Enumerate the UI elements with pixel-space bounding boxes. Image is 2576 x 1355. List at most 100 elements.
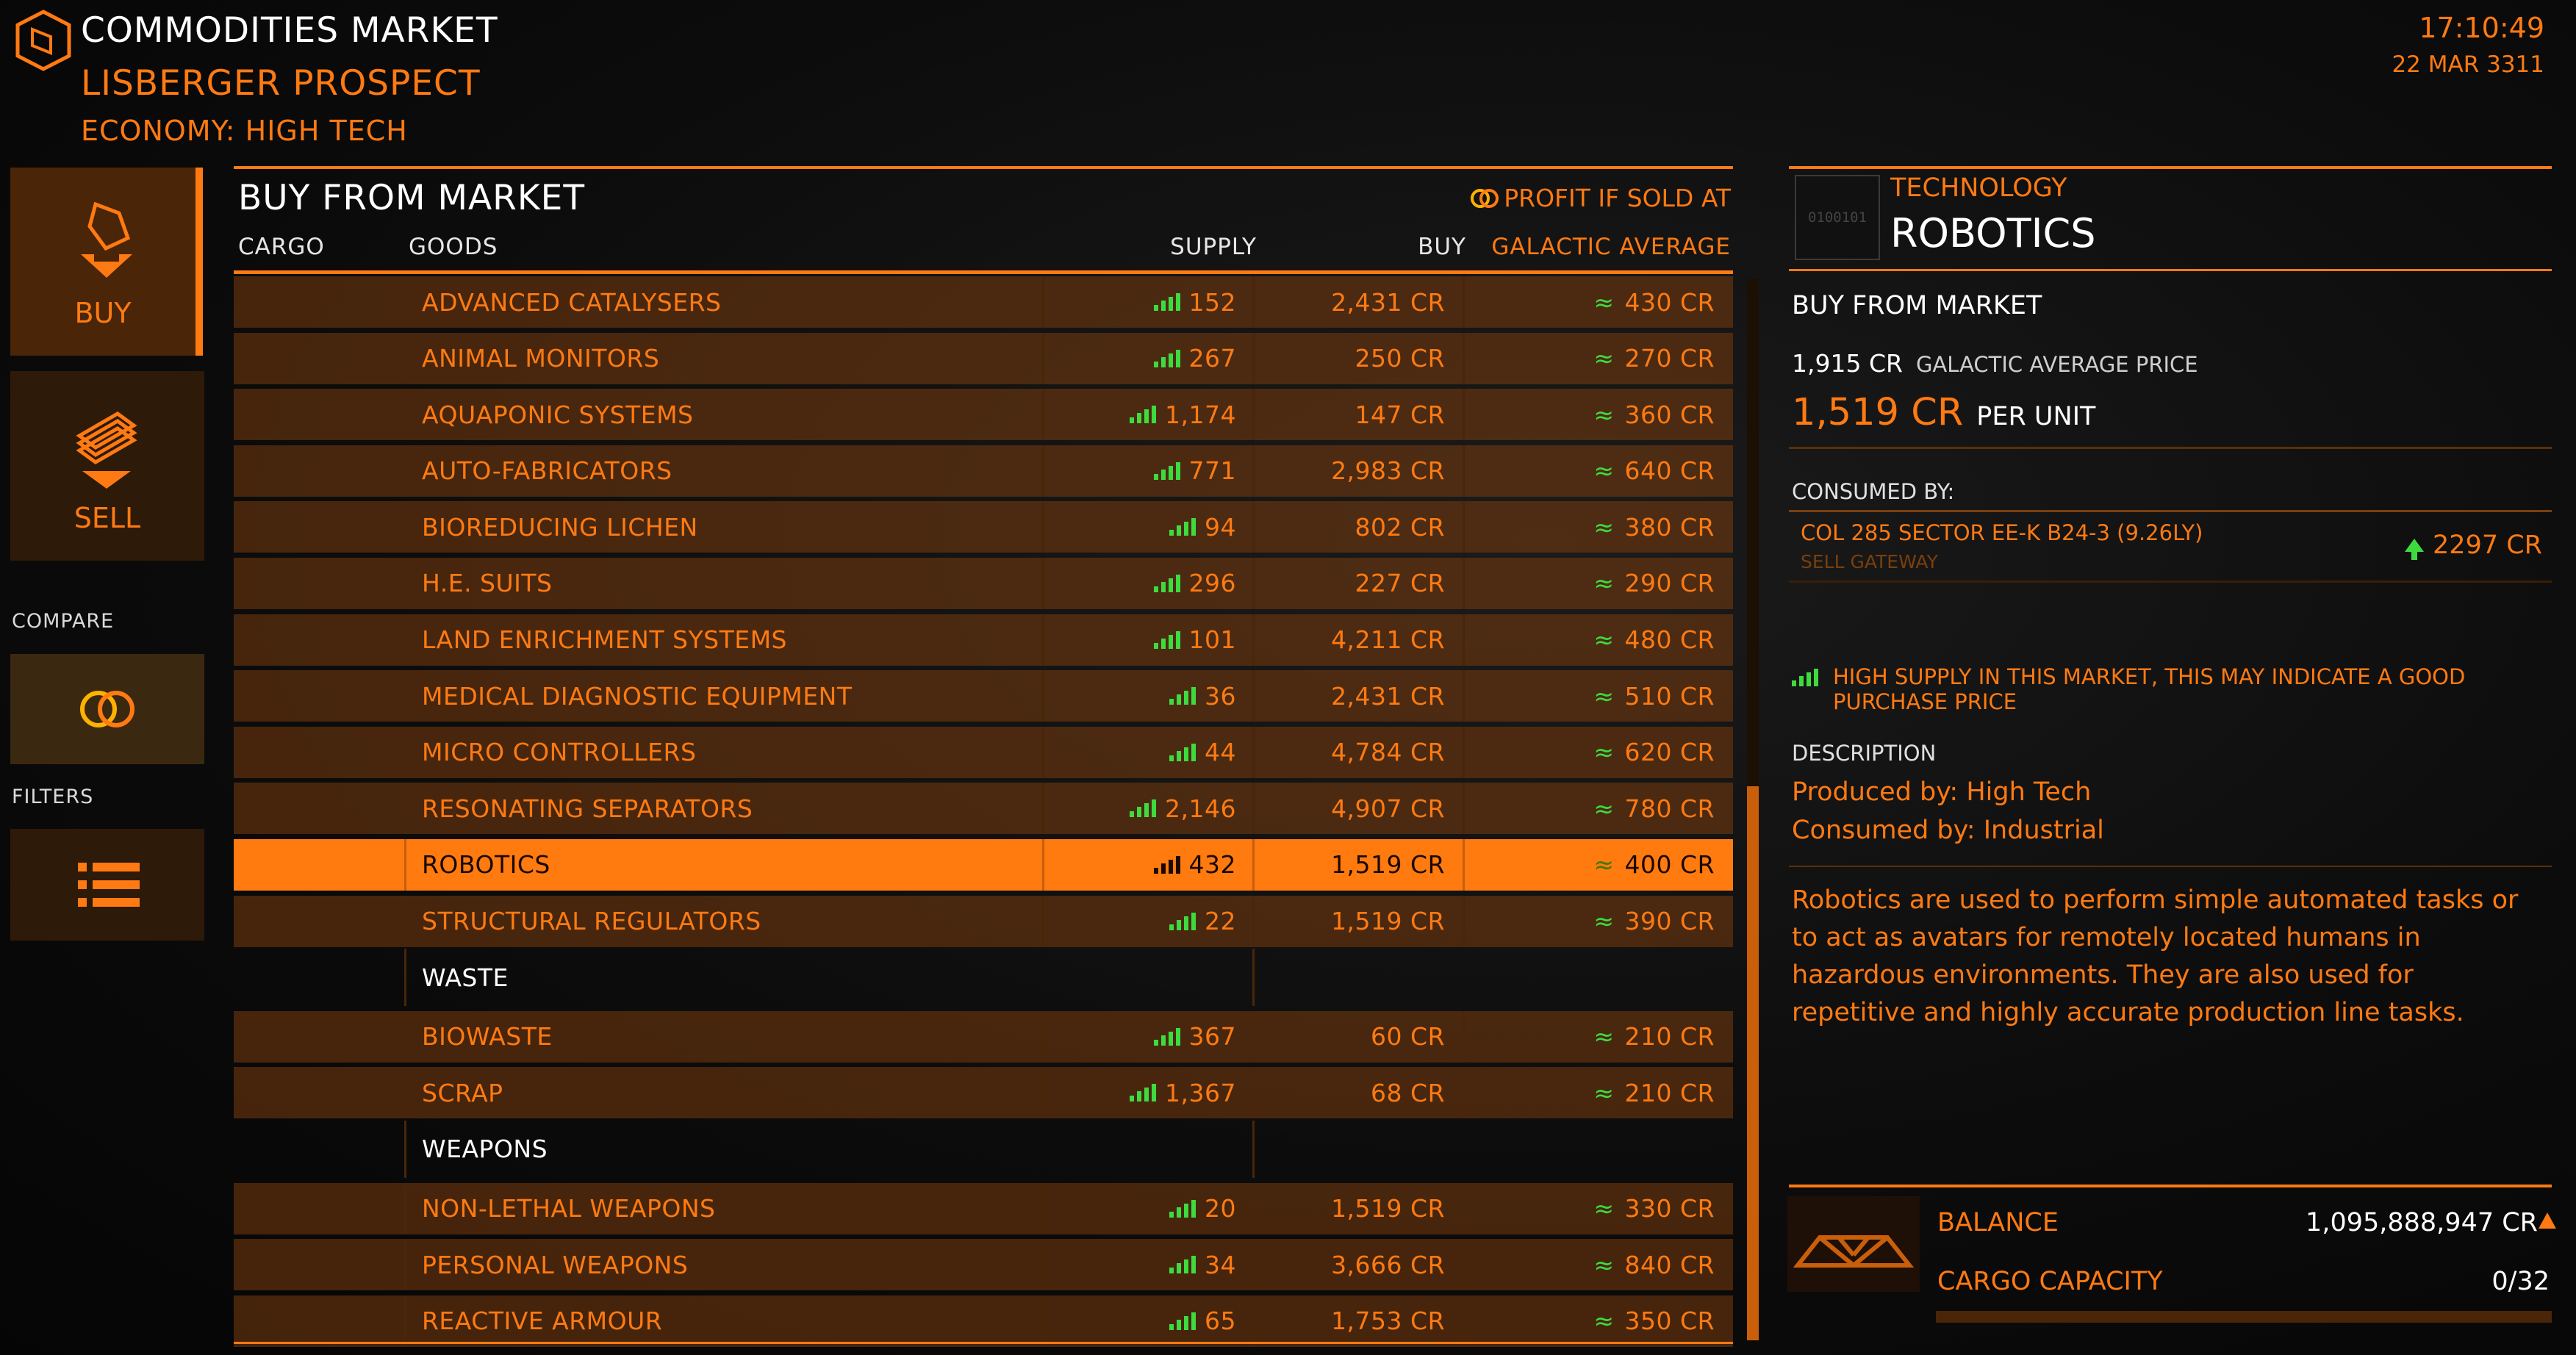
station-name: LISBERGER PROSPECT (81, 63, 481, 104)
unit-price: 1,519 CR PER UNIT (1792, 391, 2095, 434)
footer-rule (1789, 1185, 2552, 1187)
column-divider (404, 670, 406, 722)
market-row[interactable]: PERSONAL WEAPONS 34 3,666 CR ≈840 CR (234, 1239, 1733, 1291)
detail-rule (1789, 510, 2552, 512)
supply-value: 267 (1188, 344, 1236, 373)
buy-price: 4,211 CR (1331, 625, 1445, 655)
consumer-price-value: 2297 CR (2433, 531, 2542, 560)
market-row[interactable]: LAND ENRICHMENT SYSTEMS 101 4,211 CR ≈480 C… (234, 614, 1733, 666)
market-row[interactable]: REACTIVE ARMOUR 65 1,753 CR ≈350 CR (234, 1295, 1733, 1347)
goods-name: AUTO-FABRICATORS (422, 456, 672, 486)
market-row[interactable]: ANIMAL MONITORS 267 250 CR ≈270 CR (234, 332, 1733, 384)
column-header-goods[interactable]: GOODS (409, 234, 498, 260)
market-row[interactable]: MEDICAL DIAGNOSTIC EQUIPMENT 36 2,431 CR ≈5… (234, 670, 1733, 722)
column-divider (1252, 1182, 1255, 1234)
column-divider (1463, 557, 1465, 609)
column-divider (404, 501, 406, 553)
column-divider (1463, 783, 1465, 835)
column-header-buy[interactable]: BUY (1418, 234, 1466, 260)
market-row[interactable]: NON-LETHAL WEAPONS 20 1,519 CR ≈330 CR (234, 1182, 1733, 1234)
profit-label: PROFIT IF SOLD AT (1504, 184, 1731, 212)
category-header-row: WASTE (234, 949, 1733, 1007)
market-row[interactable]: MICRO CONTROLLERS 44 4,784 CR ≈620 CR (234, 726, 1733, 778)
supply-hint-text: HIGH SUPPLY IN THIS MARKET, THIS MAY IND… (1833, 664, 2466, 714)
column-divider (1463, 1067, 1465, 1119)
column-divider (1042, 276, 1044, 328)
column-divider (404, 614, 406, 666)
market-row[interactable]: BIOWASTE 367 60 CR ≈210 CR (234, 1010, 1733, 1063)
column-divider (404, 332, 406, 384)
market-row[interactable]: STRUCTURAL REGULATORS 22 1,519 CR ≈390 CR (234, 895, 1733, 947)
supply-value: 22 (1205, 907, 1236, 936)
market-row-selected[interactable]: ROBOTICS 432 1,519 CR ≈400 CR (234, 838, 1733, 891)
buy-price: 147 CR (1355, 400, 1445, 429)
goods-name: REACTIVE ARMOUR (422, 1307, 663, 1336)
goods-name: NON-LETHAL WEAPONS (422, 1194, 716, 1223)
market-row[interactable]: ADVANCED CATALYSERS 152 2,431 CR ≈430 CR (234, 276, 1733, 328)
balance-value: 1,095,888,947 CR (2306, 1208, 2538, 1237)
galactic-average-value: 620 CR (1624, 738, 1715, 767)
approx-icon: ≈ (1593, 287, 1615, 317)
buy-price: 60 CR (1371, 1022, 1445, 1052)
buy-price: 4,784 CR (1331, 738, 1445, 767)
page-title: COMMODITIES MARKET (81, 10, 498, 51)
price-up-arrow-icon (2405, 539, 2425, 560)
buy-tab-button[interactable]: BUY (10, 168, 203, 356)
column-divider (1042, 1182, 1044, 1234)
market-row[interactable]: AQUAPONIC SYSTEMS 1,174 147 CR ≈360 CR (234, 389, 1733, 441)
consumer-price: 2297 CR (2405, 531, 2542, 560)
compare-rings-icon (80, 691, 134, 727)
compare-button[interactable] (10, 654, 204, 764)
galactic-average-value: 270 CR (1624, 344, 1715, 373)
supply-level-icon (1153, 461, 1180, 480)
detail-rule (1789, 581, 2552, 583)
column-divider (404, 949, 406, 1007)
supply-cell: 771 (1153, 445, 1237, 497)
column-header-galactic-average[interactable]: GALACTIC AVERAGE (1491, 234, 1731, 260)
column-divider (1463, 501, 1465, 553)
commodity-description: Robotics are used to perform simple auto… (1792, 885, 2519, 1027)
market-row[interactable]: AUTO-FABRICATORS 771 2,983 CR ≈640 CR (234, 445, 1733, 497)
market-row[interactable]: SCRAP 1,367 68 CR ≈210 CR (234, 1067, 1733, 1119)
column-header-supply[interactable]: SUPPLY (1170, 234, 1257, 260)
column-divider (1463, 276, 1465, 328)
commodity-name: ROBOTICS (1890, 210, 2096, 256)
supply-level-icon (1153, 630, 1180, 649)
detail-rule (1789, 866, 2552, 867)
galactic-average-value: 350 CR (1624, 1307, 1715, 1336)
filters-button[interactable] (10, 829, 204, 941)
column-divider (404, 726, 406, 778)
galactic-average-cell: ≈350 CR (1593, 1295, 1715, 1347)
galactic-average-cell: ≈510 CR (1593, 670, 1715, 722)
column-divider (1042, 726, 1044, 778)
market-row[interactable]: BIOREDUCING LICHEN 94 802 CR ≈380 CR (234, 501, 1733, 553)
column-divider (1042, 1239, 1044, 1291)
profit-toggle[interactable]: PROFIT IF SOLD AT (1470, 184, 1731, 212)
column-divider (1463, 895, 1465, 947)
galactic-average-value: 360 CR (1624, 400, 1715, 429)
market-row[interactable]: H.E. SUITS 296 227 CR ≈290 CR (234, 557, 1733, 609)
column-divider (1252, 1067, 1255, 1119)
galactic-average-cell: ≈290 CR (1593, 558, 1715, 609)
approx-icon: ≈ (1593, 907, 1615, 936)
column-divider (1252, 949, 1255, 1007)
column-divider (1042, 389, 1044, 441)
market-row[interactable]: RESONATING SEPARATORS 2,146 4,907 CR ≈780 C… (234, 783, 1733, 835)
column-header-cargo[interactable]: CARGO (238, 234, 325, 260)
column-divider (1463, 332, 1465, 384)
column-divider (404, 783, 406, 835)
sell-tab-button[interactable]: SELL (10, 371, 204, 561)
approx-icon: ≈ (1593, 1078, 1615, 1107)
market-scrollbar-thumb[interactable] (1747, 786, 1759, 1340)
column-divider (404, 895, 406, 947)
column-divider (404, 1010, 406, 1063)
supply-value: 34 (1205, 1250, 1236, 1279)
approx-icon: ≈ (1593, 850, 1615, 880)
column-divider (1042, 557, 1044, 609)
column-divider (1252, 557, 1255, 609)
buy-price: 1,519 CR (1331, 907, 1445, 936)
market-top-rule (234, 166, 1733, 169)
consumer-system[interactable]: COL 285 SECTOR EE-K B24-3 (9.26LY) (1801, 520, 2203, 545)
supply-level-icon (1792, 669, 1818, 686)
column-divider (1463, 1010, 1465, 1063)
